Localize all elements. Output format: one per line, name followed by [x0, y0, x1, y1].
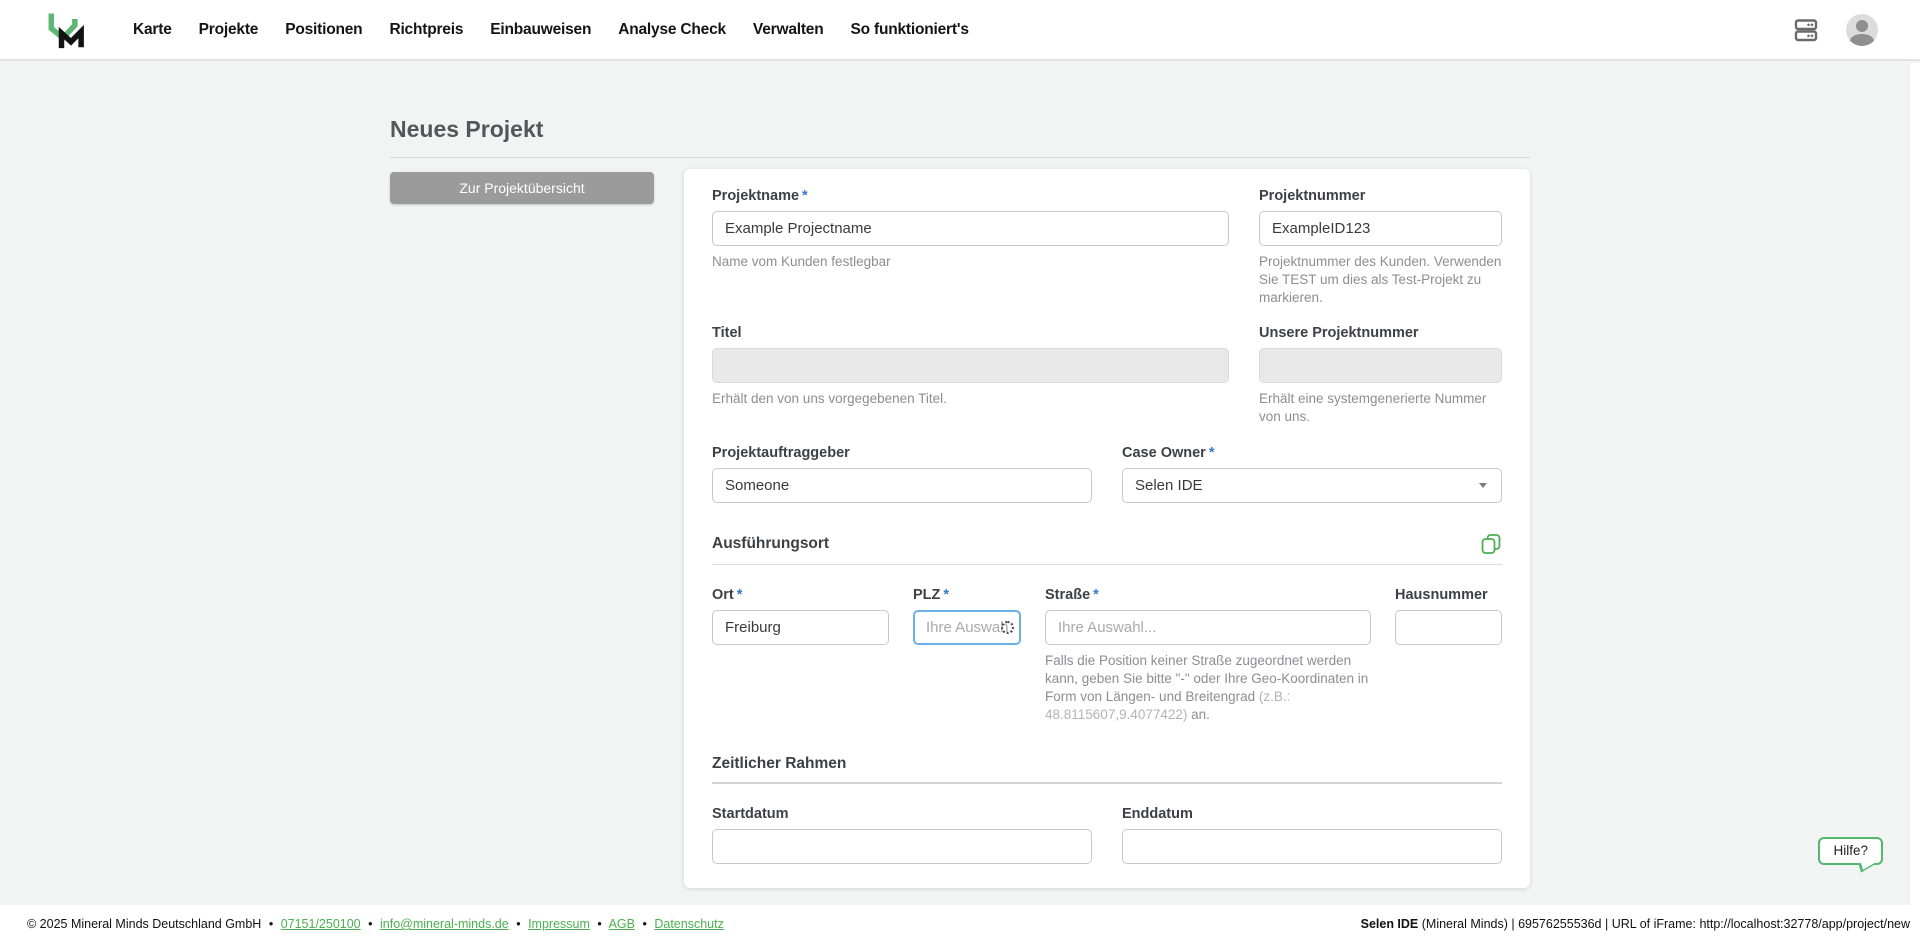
- nav-item-analyse-check[interactable]: Analyse Check: [618, 21, 726, 39]
- field-titel: Titel Erhält den von uns vorgegebenen Ti…: [712, 325, 1229, 426]
- strasse-label: Straße *: [1045, 587, 1099, 604]
- enddatum-label: Enddatum: [1122, 806, 1193, 823]
- title-divider: [390, 157, 1530, 158]
- projektnummer-helper: Projektnummer des Kunden. Verwenden Sie …: [1259, 254, 1502, 305]
- projektname-label: Projektname *: [712, 188, 808, 204]
- user-avatar-icon[interactable]: [1846, 13, 1878, 46]
- field-case-owner: Case Owner * Selen IDE: [1122, 445, 1502, 504]
- strasse-helper: Falls die Position keiner Straße zugeord…: [1045, 653, 1369, 722]
- hausnummer-input[interactable]: [1395, 610, 1502, 646]
- project-form-card: Projektname* Name vom Kunden festlegbar …: [684, 169, 1530, 889]
- nav-menu: Karte Projekte Positionen Richtpreis Ein…: [133, 21, 969, 39]
- titel-helper: Erhält den von uns vorgegebenen Titel.: [712, 391, 947, 407]
- titel-label: Titel: [712, 325, 742, 342]
- case-owner-selected-value: Selen IDE: [1135, 477, 1203, 495]
- enddatum-input[interactable]: [1122, 829, 1502, 865]
- footer-link-datenschutz[interactable]: Datenschutz: [654, 917, 723, 931]
- nav-item-so-funktionierts[interactable]: So funktioniert's: [851, 21, 969, 39]
- plz-label: PLZ *: [913, 587, 950, 604]
- case-owner-select[interactable]: Selen IDE: [1122, 468, 1502, 504]
- field-projektnummer: Projektnummer Projektnummer des Kunden. …: [1259, 188, 1502, 306]
- top-navbar: Karte Projekte Positionen Richtpreis Ein…: [0, 0, 1920, 61]
- footer-left: © 2025 Mineral Minds Deutschland GmbH • …: [27, 917, 724, 931]
- required-marker: *: [943, 587, 950, 604]
- section-title-zeitlicher-rahmen: Zeitlicher Rahmen: [712, 755, 847, 773]
- server-icon[interactable]: [1792, 16, 1820, 44]
- required-marker: *: [736, 587, 743, 604]
- nav-item-projekte[interactable]: Projekte: [199, 21, 259, 39]
- required-marker: *: [1208, 445, 1215, 462]
- field-strasse: Straße* Falls die Position keiner Straße…: [1045, 587, 1371, 723]
- back-to-project-overview-button[interactable]: Zur Projektübersicht: [390, 172, 654, 204]
- field-unsere-projektnummer: Unsere Projektnummer Erhält eine systemg…: [1259, 325, 1502, 426]
- field-ort: Ort *: [712, 587, 889, 723]
- nav-item-einbauweisen[interactable]: Einbauweisen: [490, 21, 591, 39]
- field-projektauftraggeber: Projektauftraggeber: [712, 445, 1092, 504]
- chevron-down-icon: [1479, 483, 1487, 489]
- copyright-text: © 2025 Mineral Minds Deutschland GmbH: [27, 917, 262, 931]
- nav-item-karte[interactable]: Karte: [133, 21, 172, 39]
- page-title: Neues Projekt: [390, 116, 544, 142]
- loading-spinner-icon: [1001, 621, 1014, 635]
- copy-icon[interactable]: [1480, 533, 1502, 555]
- projektnummer-input[interactable]: [1259, 211, 1502, 246]
- hausnummer-label: Hausnummer: [1395, 587, 1488, 604]
- footer: © 2025 Mineral Minds Deutschland GmbH • …: [0, 905, 1920, 943]
- startdatum-label: Startdatum: [712, 806, 789, 823]
- unsere-projektnummer-helper: Erhält eine systemgenerierte Nummer von …: [1259, 391, 1487, 425]
- projektname-helper: Name vom Kunden festlegbar: [712, 254, 891, 269]
- projektauftraggeber-label: Projektauftraggeber: [712, 445, 850, 462]
- nav-item-positionen[interactable]: Positionen: [285, 21, 362, 39]
- section-title-ausfuehrungsort: Ausführungsort: [712, 535, 830, 553]
- nav-item-richtpreis[interactable]: Richtpreis: [389, 21, 463, 39]
- case-owner-label: Case Owner *: [1122, 445, 1215, 462]
- field-projektname: Projektname* Name vom Kunden festlegbar: [712, 188, 1229, 306]
- titel-input: [712, 348, 1229, 384]
- unsere-projektnummer-label: Unsere Projektnummer: [1259, 325, 1419, 342]
- section-divider: [712, 782, 1502, 785]
- strasse-input[interactable]: [1045, 610, 1371, 646]
- footer-link-agb[interactable]: AGB: [609, 917, 635, 931]
- required-marker: *: [802, 188, 808, 204]
- field-plz: PLZ *: [913, 587, 1021, 723]
- projektnummer-label: Projektnummer: [1259, 188, 1366, 204]
- field-hausnummer: Hausnummer: [1395, 587, 1502, 723]
- ort-input[interactable]: [712, 610, 889, 646]
- footer-link-impressum[interactable]: Impressum: [528, 917, 590, 931]
- footer-link-email[interactable]: info@mineral-minds.de: [380, 917, 509, 931]
- nav-item-verwalten[interactable]: Verwalten: [753, 21, 824, 39]
- field-startdatum: Startdatum: [712, 806, 1092, 865]
- startdatum-input[interactable]: [712, 829, 1092, 865]
- field-enddatum: Enddatum: [1122, 806, 1502, 865]
- required-marker: *: [1093, 587, 1099, 604]
- ort-label: Ort *: [712, 587, 743, 604]
- help-button[interactable]: Hilfe?: [1818, 837, 1883, 865]
- projektname-input[interactable]: [712, 211, 1229, 246]
- footer-link-phone[interactable]: 07151/250100: [281, 917, 361, 931]
- scrollbar-track[interactable]: [1910, 63, 1920, 943]
- footer-session-info: Selen IDE (Mineral Minds) | 69576255536d…: [1360, 917, 1910, 931]
- unsere-projektnummer-input: [1259, 348, 1502, 384]
- mineral-minds-logo-icon[interactable]: [45, 7, 89, 53]
- section-divider: [712, 564, 1502, 566]
- projektauftraggeber-input[interactable]: [712, 468, 1092, 504]
